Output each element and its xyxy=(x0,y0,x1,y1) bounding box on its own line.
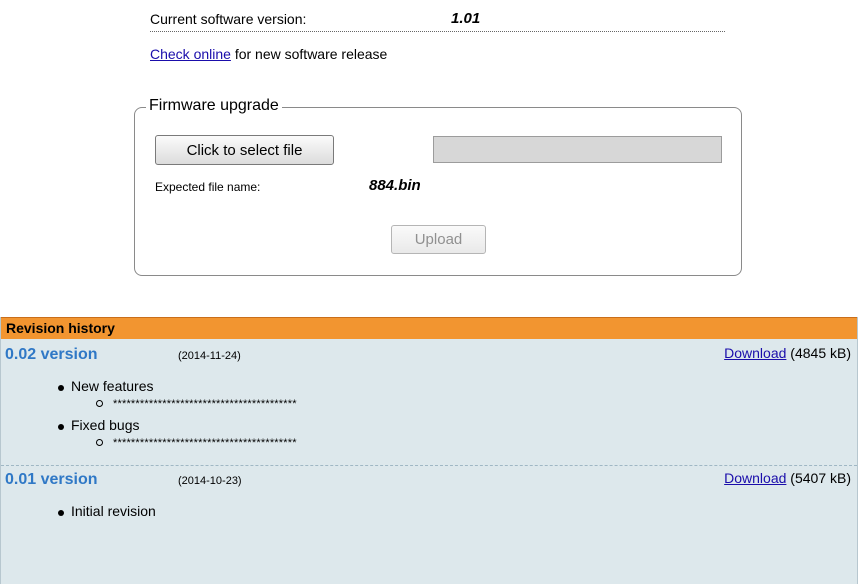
software-version-label: Current software version: xyxy=(150,11,307,27)
select-file-button[interactable]: Click to select file xyxy=(155,135,334,165)
expected-file-name-label: Expected file name: xyxy=(155,180,261,194)
selected-file-field[interactable] xyxy=(433,136,722,163)
revision-subitem: ****************************************… xyxy=(113,437,297,449)
revision-version: 0.01 version xyxy=(5,471,98,488)
revision-history-panel: Revision history 0.02 version (2014-11-2… xyxy=(0,317,858,584)
bullet-icon xyxy=(58,510,64,516)
download-size: (4845 kB) xyxy=(786,345,851,361)
revision-download: Download (4845 kB) xyxy=(724,345,851,361)
check-online-suffix: for new software release xyxy=(230,46,388,62)
check-online-row: Check online for new software release xyxy=(150,46,387,62)
sub-bullet-icon xyxy=(96,400,103,407)
revision-history-header: Revision history xyxy=(1,317,857,339)
firmware-upgrade-legend: Firmware upgrade xyxy=(146,96,282,116)
software-version-row: Current software version: 1.01 xyxy=(150,10,725,32)
revision-item: New features xyxy=(71,378,154,394)
download-link[interactable]: Download xyxy=(724,345,786,361)
download-link[interactable]: Download xyxy=(724,470,786,486)
revision-entry: 0.02 version (2014-11-24) Download (4845… xyxy=(1,341,857,464)
revision-item: Initial revision xyxy=(71,503,156,519)
bullet-icon xyxy=(58,385,64,391)
revision-version: 0.02 version xyxy=(5,346,98,363)
revision-subitem: ****************************************… xyxy=(113,398,297,410)
revision-entry: 0.01 version (2014-10-23) Download (5407… xyxy=(1,465,857,584)
revision-date: (2014-10-23) xyxy=(178,475,242,487)
check-online-link[interactable]: Check online xyxy=(150,46,231,62)
expected-file-name-value: 884.bin xyxy=(369,177,421,194)
sub-bullet-icon xyxy=(96,439,103,446)
revision-download: Download (5407 kB) xyxy=(724,470,851,486)
download-size: (5407 kB) xyxy=(786,470,851,486)
software-version-value: 1.01 xyxy=(451,10,481,27)
upload-button: Upload xyxy=(391,225,486,254)
bullet-icon xyxy=(58,424,64,430)
revision-item: Fixed bugs xyxy=(71,417,140,433)
revision-date: (2014-11-24) xyxy=(178,350,241,362)
